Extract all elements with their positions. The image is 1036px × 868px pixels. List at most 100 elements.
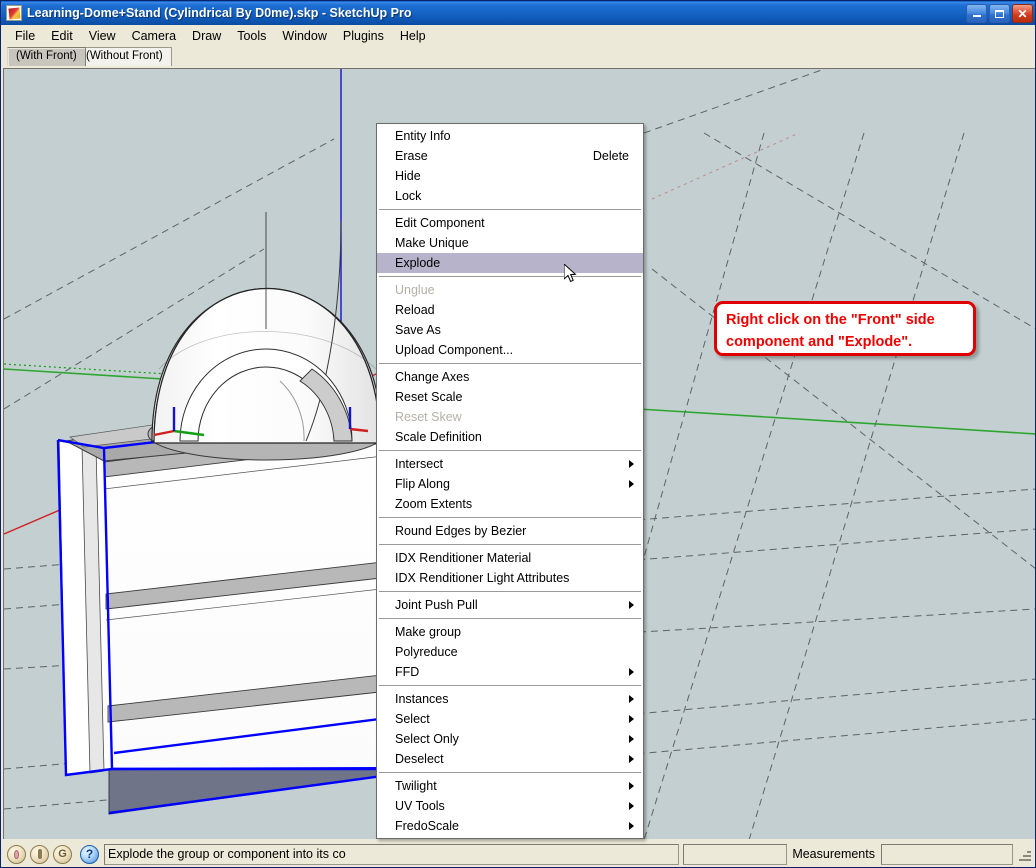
context-menu-item-reset-scale[interactable]: Reset Scale bbox=[377, 387, 643, 407]
context-menu-item-joint-push-pull[interactable]: Joint Push Pull bbox=[377, 595, 643, 615]
submenu-arrow-icon bbox=[629, 735, 634, 743]
context-menu-item-label: Reset Skew bbox=[395, 410, 462, 424]
menu-file[interactable]: File bbox=[7, 27, 43, 45]
scene-tab-with-front[interactable]: (With Front) bbox=[7, 47, 86, 66]
context-menu-item-label: FredoScale bbox=[395, 819, 459, 833]
context-menu[interactable]: Entity Info Erase Delete Hide Lock Edit Compo… bbox=[376, 123, 644, 839]
measurements-input[interactable] bbox=[881, 843, 1013, 865]
context-menu-item-select[interactable]: Select bbox=[377, 709, 643, 729]
minimize-button[interactable] bbox=[966, 4, 987, 23]
menu-window[interactable]: Window bbox=[274, 27, 334, 45]
measurements-label: Measurements bbox=[792, 847, 875, 861]
google-g-icon[interactable]: G bbox=[53, 844, 72, 864]
context-menu-item-entity-info[interactable]: Entity Info bbox=[377, 126, 643, 146]
context-menu-item-unglue: Unglue bbox=[377, 280, 643, 300]
location-pin-icon[interactable] bbox=[7, 844, 26, 864]
submenu-arrow-icon bbox=[629, 668, 634, 676]
menu-camera[interactable]: Camera bbox=[124, 27, 184, 45]
context-menu-item-reset-skew: Reset Skew bbox=[377, 407, 643, 427]
context-menu-item-label: Flip Along bbox=[395, 477, 450, 491]
submenu-arrow-icon bbox=[629, 802, 634, 810]
menu-view[interactable]: View bbox=[81, 27, 124, 45]
context-menu-item-label: Zoom Extents bbox=[395, 497, 473, 511]
context-menu-item-twilight[interactable]: Twilight bbox=[377, 776, 643, 796]
context-menu-separator bbox=[379, 450, 641, 451]
context-menu-item-make-unique[interactable]: Make Unique bbox=[377, 233, 643, 253]
context-menu-item-select-only[interactable]: Select Only bbox=[377, 729, 643, 749]
maximize-button[interactable] bbox=[989, 4, 1010, 23]
context-menu-item-label: Polyreduce bbox=[395, 645, 458, 659]
menu-bar: File Edit View Camera Draw Tools Window … bbox=[1, 25, 1035, 46]
context-menu-item-flip-along[interactable]: Flip Along bbox=[377, 474, 643, 494]
context-menu-separator bbox=[379, 544, 641, 545]
context-menu-separator bbox=[379, 591, 641, 592]
context-menu-item-label: IDX Renditioner Light Attributes bbox=[395, 571, 570, 585]
context-menu-item-label: Select Only bbox=[395, 732, 459, 746]
context-menu-item-label: Round Edges by Bezier bbox=[395, 524, 527, 538]
callout-line-1: Right click on the "Front" side bbox=[726, 312, 935, 328]
menu-tools[interactable]: Tools bbox=[229, 27, 274, 45]
callout-line-2: component and "Explode". bbox=[726, 334, 913, 350]
context-menu-item-label: Joint Push Pull bbox=[395, 598, 478, 612]
submenu-arrow-icon bbox=[629, 755, 634, 763]
context-menu-item-label: Twilight bbox=[395, 779, 437, 793]
context-menu-item-polyreduce[interactable]: Polyreduce bbox=[377, 642, 643, 662]
context-menu-item-label: FFD bbox=[395, 665, 420, 679]
context-menu-item-label: Edit Component bbox=[395, 216, 485, 230]
context-menu-item-label: Make Unique bbox=[395, 236, 469, 250]
menu-edit[interactable]: Edit bbox=[43, 27, 81, 45]
resize-grip-icon[interactable] bbox=[1017, 847, 1032, 862]
instruction-callout: Right click on the "Front" side componen… bbox=[714, 301, 976, 356]
context-menu-item-uv-tools[interactable]: UV Tools bbox=[377, 796, 643, 816]
scene-tab-without-front[interactable]: (Without Front) bbox=[77, 47, 172, 66]
window-title: Learning-Dome+Stand (Cylindrical By D0me… bbox=[27, 6, 412, 20]
context-menu-item-deselect[interactable]: Deselect bbox=[377, 749, 643, 769]
help-question-icon[interactable]: ? bbox=[80, 844, 99, 864]
context-menu-item-round-edges-by-bezier[interactable]: Round Edges by Bezier bbox=[377, 521, 643, 541]
person-icon[interactable] bbox=[30, 844, 49, 864]
context-menu-item-label: Instances bbox=[395, 692, 449, 706]
submenu-arrow-icon bbox=[629, 822, 634, 830]
context-menu-item-lock[interactable]: Lock bbox=[377, 186, 643, 206]
context-menu-item-label: Hide bbox=[395, 169, 421, 183]
status-bar: G ? Explode the group or component into … bbox=[1, 839, 1035, 867]
submenu-arrow-icon bbox=[629, 460, 634, 468]
submenu-arrow-icon bbox=[629, 715, 634, 723]
context-menu-item-label: Deselect bbox=[395, 752, 444, 766]
sketchup-window: Learning-Dome+Stand (Cylindrical By D0me… bbox=[0, 0, 1036, 868]
context-menu-item-idx-renditioner-light-attributes[interactable]: IDX Renditioner Light Attributes bbox=[377, 568, 643, 588]
scene-tab-strip: (With Front) (Without Front) bbox=[1, 46, 1035, 66]
context-menu-item-edit-component[interactable]: Edit Component bbox=[377, 213, 643, 233]
context-menu-item-idx-renditioner-material[interactable]: IDX Renditioner Material bbox=[377, 548, 643, 568]
context-menu-item-intersect[interactable]: Intersect bbox=[377, 454, 643, 474]
menu-plugins[interactable]: Plugins bbox=[335, 27, 392, 45]
context-menu-item-ffd[interactable]: FFD bbox=[377, 662, 643, 682]
context-menu-item-explode[interactable]: Explode bbox=[377, 253, 643, 273]
context-menu-item-fredoscale[interactable]: FredoScale bbox=[377, 816, 643, 836]
context-menu-item-hide[interactable]: Hide bbox=[377, 166, 643, 186]
context-menu-item-save-as[interactable]: Save As bbox=[377, 320, 643, 340]
context-menu-item-shortcut: Delete bbox=[592, 149, 629, 163]
context-menu-item-change-axes[interactable]: Change Axes bbox=[377, 367, 643, 387]
context-menu-separator bbox=[379, 363, 641, 364]
close-button[interactable]: ✕ bbox=[1012, 4, 1033, 23]
context-menu-item-reload[interactable]: Reload bbox=[377, 300, 643, 320]
title-bar: Learning-Dome+Stand (Cylindrical By D0me… bbox=[1, 1, 1035, 25]
window-controls: ✕ bbox=[966, 4, 1033, 23]
context-menu-item-label: IDX Renditioner Material bbox=[395, 551, 532, 565]
menu-draw[interactable]: Draw bbox=[184, 27, 229, 45]
context-menu-item-label: Explode bbox=[395, 256, 441, 270]
context-menu-item-label: Reset Scale bbox=[395, 390, 463, 404]
context-menu-item-make-group[interactable]: Make group bbox=[377, 622, 643, 642]
menu-help[interactable]: Help bbox=[392, 27, 434, 45]
context-menu-item-zoom-extents[interactable]: Zoom Extents bbox=[377, 494, 643, 514]
status-icon-group: G bbox=[7, 844, 72, 864]
status-secondary-field bbox=[683, 843, 788, 865]
context-menu-item-label: Save As bbox=[395, 323, 441, 337]
context-menu-item-erase[interactable]: Erase Delete bbox=[377, 146, 643, 166]
context-menu-item-instances[interactable]: Instances bbox=[377, 689, 643, 709]
context-menu-separator bbox=[379, 209, 641, 210]
context-menu-item-upload-component[interactable]: Upload Component... bbox=[377, 340, 643, 360]
submenu-arrow-icon bbox=[629, 782, 634, 790]
context-menu-item-scale-definition[interactable]: Scale Definition bbox=[377, 427, 643, 447]
